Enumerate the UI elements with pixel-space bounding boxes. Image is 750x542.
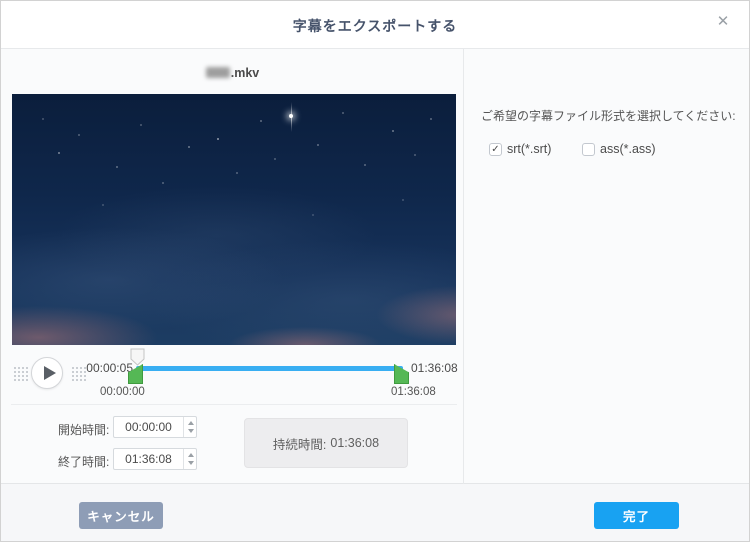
star-field (12, 94, 14, 96)
filename-extension: .mkv (230, 66, 260, 80)
play-button[interactable] (31, 357, 63, 389)
filename-redacted-blur (205, 67, 230, 78)
drag-dots-left-icon (13, 366, 29, 381)
preview-panel: .mkv 00:00:05 01:36:08 00:00:00 01:36:08… (1, 49, 464, 484)
end-time-input[interactable] (114, 449, 183, 469)
start-time-label: 開始時間: (58, 423, 110, 437)
done-button[interactable]: 完了 (594, 502, 679, 529)
end-time-label: 終了時間: (58, 455, 110, 469)
ass-checkbox[interactable] (582, 142, 595, 156)
format-option-srt[interactable]: ✓ srt(*.srt) (489, 142, 551, 156)
duration-display: 持続時間: 01:36:08 (244, 418, 408, 468)
duration-value: 01:36:08 (330, 436, 380, 450)
check-icon: ✓ (491, 143, 500, 155)
spinner-down-icon[interactable] (187, 429, 194, 433)
video-preview (12, 94, 456, 345)
srt-checkbox[interactable]: ✓ (489, 142, 502, 156)
start-time-field (113, 416, 197, 438)
play-icon (44, 366, 56, 380)
section-divider (11, 404, 457, 405)
end-time-spinner (183, 449, 196, 469)
close-icon[interactable]: ✕ (713, 12, 733, 32)
total-time: 01:36:08 (411, 361, 458, 375)
current-time: 00:00:05 (86, 361, 133, 375)
ass-option-label: ass(*.ass) (600, 142, 656, 156)
spinner-up-icon[interactable] (187, 421, 194, 425)
trim-start-time: 00:00:00 (100, 386, 145, 398)
format-prompt: ご希望の字幕ファイル形式を選択してください: (481, 109, 736, 123)
start-time-spinner (183, 417, 196, 437)
export-subtitle-dialog: 字幕をエクスポートする ✕ .mkv 00:00:05 01:36:08 00:… (0, 0, 750, 542)
srt-option-label: srt(*.srt) (507, 142, 552, 156)
spinner-up-icon[interactable] (187, 453, 194, 457)
bright-star (289, 102, 293, 132)
cancel-button[interactable]: キャンセル (79, 502, 163, 529)
format-option-ass[interactable]: ass(*.ass) (582, 142, 656, 156)
dialog-body: .mkv 00:00:05 01:36:08 00:00:00 01:36:08… (1, 49, 749, 484)
end-time-field (113, 448, 197, 470)
duration-label: 持続時間: (272, 437, 327, 452)
dialog-title: 字幕をエクスポートする (292, 18, 458, 34)
format-panel: ご希望の字幕ファイル形式を選択してください: ✓ srt(*.srt) ass(… (465, 49, 749, 484)
title-bar: 字幕をエクスポートする ✕ (1, 1, 749, 49)
seek-track[interactable] (136, 366, 403, 371)
start-time-input[interactable] (114, 417, 183, 437)
footer-bar: キャンセル 完了 (1, 484, 749, 541)
spinner-down-icon[interactable] (187, 461, 194, 465)
video-filename: .mkv (1, 66, 464, 80)
trim-end-time: 01:36:08 (391, 386, 436, 398)
